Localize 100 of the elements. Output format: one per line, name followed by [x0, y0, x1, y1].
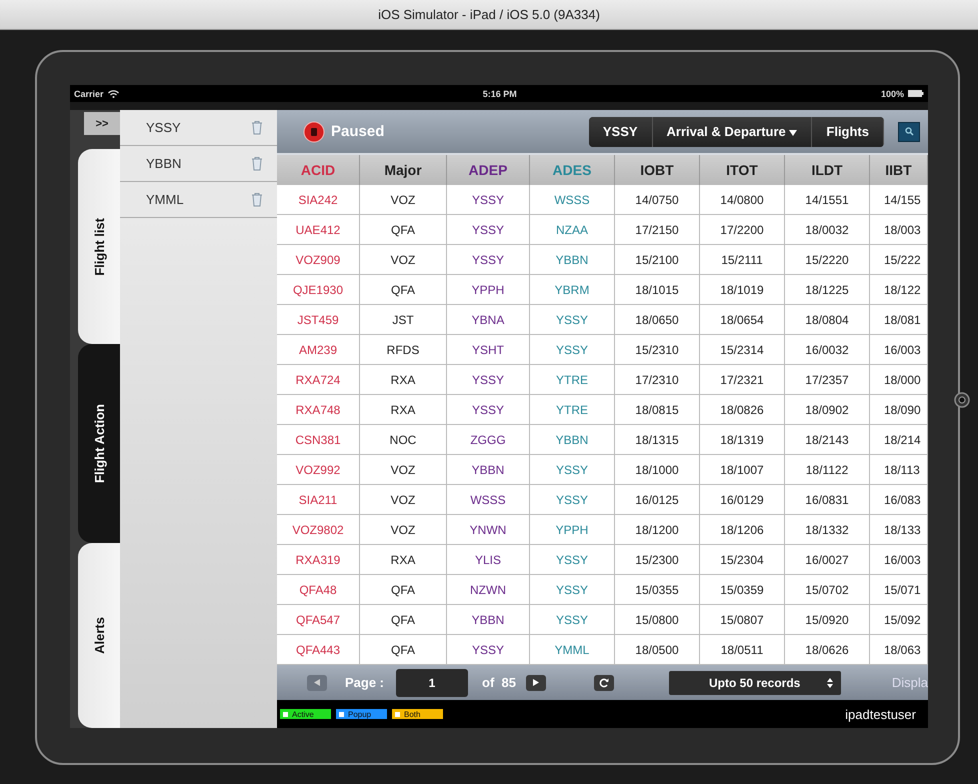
left-arrow-icon [314, 679, 320, 686]
table-cell: 18/1122 [785, 455, 870, 485]
table-cell: YSSY [530, 605, 615, 635]
breadcrumb-item[interactable]: YSSY [588, 116, 653, 146]
table-cell: 15/0920 [785, 605, 870, 635]
table-cell: RXA [360, 365, 447, 395]
expand-button[interactable]: >> [84, 112, 120, 136]
previous-page-button[interactable] [307, 674, 327, 690]
trash-icon[interactable] [251, 192, 263, 207]
table-cell: VOZ [360, 485, 447, 515]
column-header[interactable]: IIBT [870, 155, 928, 185]
table-cell: RXA [360, 395, 447, 425]
table-cell: 16/0125 [615, 485, 700, 515]
table-cell: YBBN [447, 455, 530, 485]
table-cell: WSSS [530, 185, 615, 215]
side-tab[interactable]: Flight list [78, 149, 120, 344]
column-header[interactable]: ILDT [785, 155, 870, 185]
table-cell: ZGGG [447, 425, 530, 455]
table-cell: 14/1551 [785, 185, 870, 215]
legend-tag: Active [280, 709, 331, 719]
legend-tag: Popup [336, 709, 387, 719]
side-tab[interactable]: Alerts [78, 543, 120, 728]
table-cell: YSSY [530, 575, 615, 605]
table-cell: 17/2150 [615, 215, 700, 245]
table-cell: 15/0807 [700, 605, 785, 635]
stop-icon [303, 120, 325, 142]
table-cell: 18/1332 [785, 515, 870, 545]
table-cell: 17/2357 [785, 365, 870, 395]
side-tab[interactable]: Flight Action [78, 344, 120, 544]
table-cell: VOZ9802 [277, 515, 360, 545]
refresh-icon [598, 678, 609, 688]
table-cell: 18/090 [870, 395, 928, 425]
table-cell: 15/2300 [615, 545, 700, 575]
table-cell: NOC [360, 425, 447, 455]
table-cell: AM239 [277, 335, 360, 365]
column-header[interactable]: Major [360, 155, 447, 185]
table-cell: 15/2100 [615, 245, 700, 275]
table-cell: 15/2220 [785, 245, 870, 275]
table-cell: 15/0355 [615, 575, 700, 605]
next-page-button[interactable] [526, 674, 546, 690]
user-name: ipadtestuser [845, 706, 916, 722]
table-cell: JST459 [277, 305, 360, 335]
page-field[interactable]: 1 [396, 668, 468, 696]
table-cell: YSSY [530, 305, 615, 335]
trash-icon[interactable] [251, 156, 263, 171]
page-label: Page : [345, 675, 384, 690]
table-cell: YBNA [447, 305, 530, 335]
table-cell: 15/092 [870, 605, 928, 635]
table-cell: RXA748 [277, 395, 360, 425]
table-cell: 18/133 [870, 515, 928, 545]
column-header[interactable]: ADEP [447, 155, 530, 185]
table-cell: 15/2111 [700, 245, 785, 275]
up-down-icon [826, 678, 833, 688]
table-cell: SIA211 [277, 485, 360, 515]
table-cell: 16/0129 [700, 485, 785, 515]
table-cell: 14/155 [870, 185, 928, 215]
table-cell: QFA48 [277, 575, 360, 605]
table-cell: 15/071 [870, 575, 928, 605]
table-cell: YBBN [530, 245, 615, 275]
table-cell: 18/0902 [785, 395, 870, 425]
table-cell: YSSY [447, 215, 530, 245]
carrier-label: Carrier [74, 88, 104, 98]
airport-list-item[interactable]: YBBN [120, 146, 277, 182]
trash-icon[interactable] [251, 120, 263, 135]
table-cell: 16/003 [870, 335, 928, 365]
window-title: iOS Simulator - iPad / iOS 5.0 (9A334) [378, 7, 600, 22]
table-cell: 18/1019 [700, 275, 785, 305]
table-cell: QFA [360, 275, 447, 305]
table-cell: VOZ [360, 515, 447, 545]
table-cell: YBBN [447, 605, 530, 635]
table-cell: YPPH [447, 275, 530, 305]
table-cell: 17/2200 [700, 215, 785, 245]
table-cell: JST [360, 305, 447, 335]
breadcrumb-item[interactable]: Flights [812, 116, 884, 146]
table-cell: YTRE [530, 395, 615, 425]
table-cell: YSSY [530, 485, 615, 515]
right-arrow-icon [532, 679, 539, 686]
table-cell: 18/0826 [700, 395, 785, 425]
table-cell: RXA [360, 545, 447, 575]
column-header[interactable]: ITOT [700, 155, 785, 185]
table-cell: VOZ [360, 245, 447, 275]
column-header[interactable]: IOBT [615, 155, 700, 185]
table-cell: YSSY [447, 245, 530, 275]
breadcrumb-item[interactable]: Arrival & Departure [652, 116, 812, 146]
table-cell: 18/1015 [615, 275, 700, 305]
table-cell: YSSY [447, 365, 530, 395]
refresh-button[interactable] [594, 674, 614, 690]
page-size-dropdown[interactable]: Upto 50 records [668, 670, 841, 694]
table-cell: 15/2314 [700, 335, 785, 365]
table-cell: 16/0027 [785, 545, 870, 575]
table-cell: RXA724 [277, 365, 360, 395]
table-cell: YSSY [447, 395, 530, 425]
table-cell: YBRM [530, 275, 615, 305]
table-cell: 18/1206 [700, 515, 785, 545]
legend-tag: Both [392, 709, 443, 719]
search-button[interactable] [898, 122, 920, 142]
table-cell: QFA [360, 215, 447, 245]
table-cell: 18/1319 [700, 425, 785, 455]
airport-list-item[interactable]: YSSY [120, 110, 277, 146]
table-cell: 17/2321 [700, 365, 785, 395]
